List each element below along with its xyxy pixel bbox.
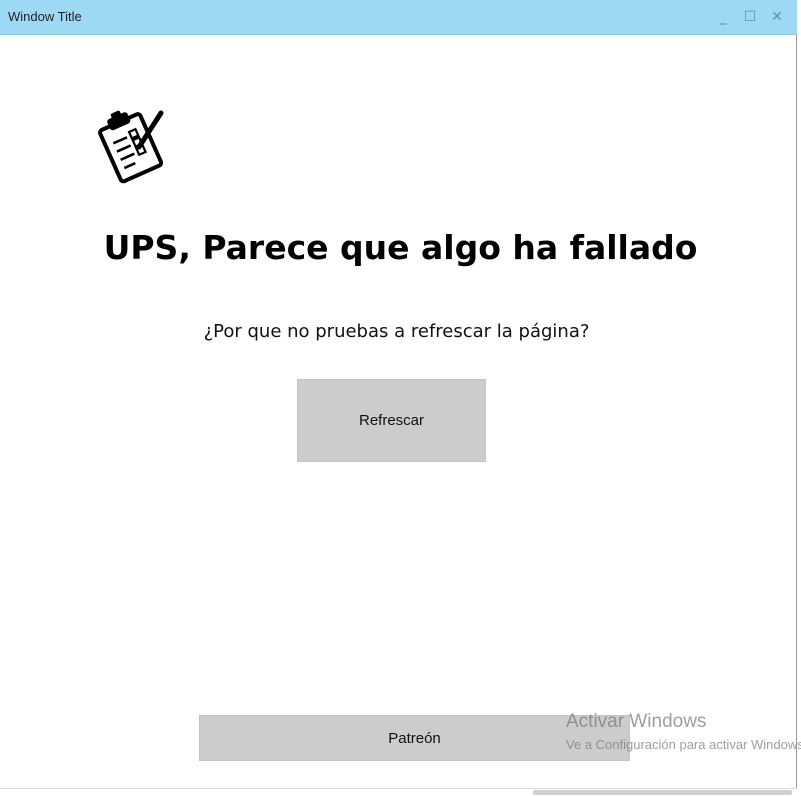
close-button[interactable]: ✕ bbox=[767, 6, 787, 28]
window-title: Window Title bbox=[8, 9, 82, 24]
app-window: Window Title _ ☐ ✕ UPS, Parece que algo … bbox=[0, 0, 801, 796]
clipboard-checklist-icon bbox=[94, 105, 170, 187]
minimize-button[interactable]: _ bbox=[713, 6, 733, 28]
window-controls: _ ☐ ✕ bbox=[713, 6, 789, 30]
horizontal-scrollbar[interactable] bbox=[0, 788, 797, 796]
title-bar[interactable]: Window Title _ ☐ ✕ bbox=[0, 0, 797, 35]
scrollbar-thumb[interactable] bbox=[533, 790, 792, 795]
page-title: UPS, Parece que algo ha fallado bbox=[103, 228, 698, 267]
maximize-button[interactable]: ☐ bbox=[740, 6, 760, 28]
refresh-suggestion: ¿Por que no pruebas a refrescar la págin… bbox=[203, 321, 590, 342]
patreon-button[interactable]: Patreón bbox=[199, 715, 630, 761]
refresh-button[interactable]: Refrescar bbox=[297, 379, 486, 462]
